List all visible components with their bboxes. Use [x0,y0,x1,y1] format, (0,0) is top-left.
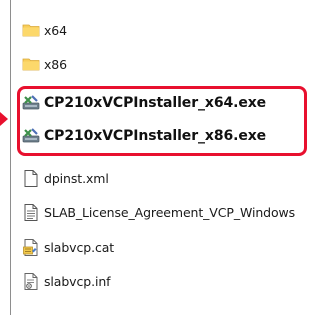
file-item-x64-folder[interactable]: x64 [22,18,67,42]
text-file-icon [22,203,40,221]
file-list-panel [10,0,316,315]
file-item-x86-folder[interactable]: x86 [22,52,67,76]
file-item-dpinst-xml[interactable]: dpinst.xml [22,166,109,190]
file-item-slabvcp-cat[interactable]: slabvcp.cat [22,235,114,259]
catalog-file-icon [22,238,40,256]
folder-icon [22,55,40,73]
file-item-label: slabvcp.inf [44,273,111,289]
file-item-label: slabvcp.cat [44,239,115,255]
file-item-installer-x64[interactable]: CP210xVCPInstaller_x64.exe [22,91,266,115]
file-item-label: x86 [44,56,68,72]
file-item-label: CP210xVCPInstaller_x86.exe [44,128,267,144]
setup-info-file-icon [22,272,40,290]
file-item-label: CP210xVCPInstaller_x64.exe [44,95,267,111]
file-item-license-agreement[interactable]: SLAB_License_Agreement_VCP_Windows [22,200,295,224]
installer-icon [22,94,40,112]
installer-icon [22,127,40,145]
file-item-slabvcp-inf[interactable]: slabvcp.inf [22,269,111,293]
highlight-pointer [0,112,8,126]
blank-file-icon [22,169,40,187]
file-item-installer-x86[interactable]: CP210xVCPInstaller_x86.exe [22,124,266,148]
file-item-label: x64 [44,22,68,38]
file-item-label: dpinst.xml [44,170,109,186]
file-item-label: SLAB_License_Agreement_VCP_Windows [44,204,296,220]
folder-icon [22,21,40,39]
